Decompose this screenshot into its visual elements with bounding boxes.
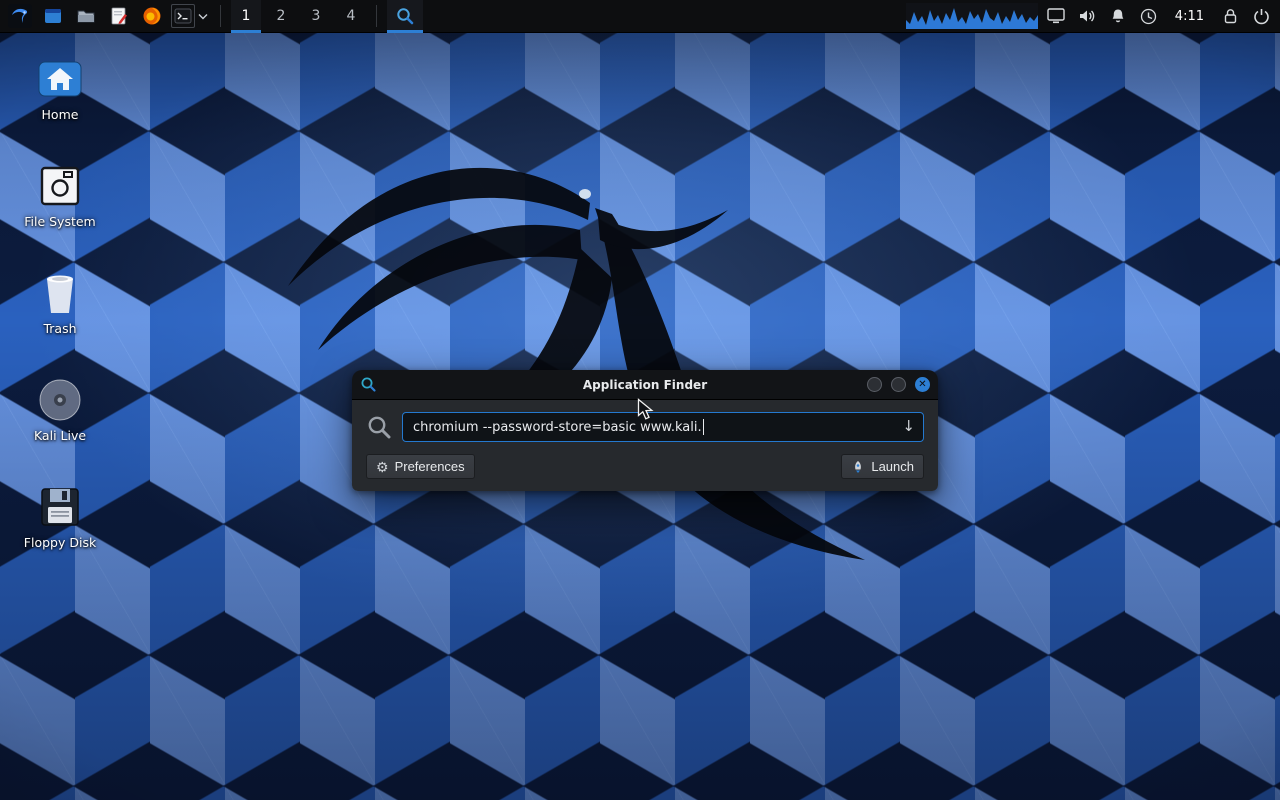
application-finder-window: Application Finder ✕ chromium --password… [352, 370, 938, 491]
terminal-icon [174, 7, 192, 25]
power-logout-icon[interactable] [1248, 2, 1274, 30]
top-panel: 1 2 3 4 [0, 0, 1280, 33]
firefox-launcher[interactable] [138, 2, 166, 30]
application-finder-icon [395, 6, 415, 26]
close-button[interactable]: ✕ [915, 377, 930, 392]
file-system-icon [36, 162, 84, 210]
finder-body: chromium --password-store=basic www.kali… [352, 400, 938, 491]
workspace-4[interactable]: 4 [336, 0, 366, 33]
panel-separator [376, 5, 377, 27]
trash-icon [36, 269, 84, 317]
show-desktop-launcher[interactable] [39, 2, 67, 30]
window-title: Application Finder [352, 378, 938, 392]
launch-icon [851, 460, 865, 474]
terminal-launcher-group [171, 2, 210, 30]
kali-logo-icon [8, 4, 32, 28]
search-input[interactable]: chromium --password-store=basic www.kali… [402, 412, 924, 442]
cpu-graph[interactable] [906, 3, 1038, 29]
text-editor-launcher[interactable] [105, 2, 133, 30]
desktop-icon-kali-live[interactable]: Kali Live [12, 376, 108, 443]
terminal-launcher[interactable] [171, 4, 195, 28]
panel-separator [220, 5, 221, 27]
window-title-icon [360, 376, 377, 393]
taskbar-application-finder[interactable] [387, 0, 423, 33]
minimize-button[interactable] [867, 377, 882, 392]
search-row: chromium --password-store=basic www.kali… [366, 412, 924, 442]
floppy-disk-icon [36, 483, 84, 531]
desktop-icon-home[interactable]: Home [12, 55, 108, 122]
home-icon [36, 55, 84, 103]
desktop-icon-floppy-disk[interactable]: Floppy Disk [12, 483, 108, 550]
preferences-button[interactable]: ⚙ Preferences [366, 454, 475, 479]
file-manager-launcher[interactable] [72, 2, 100, 30]
applications-menu-button[interactable] [6, 2, 34, 30]
window-icon [43, 6, 63, 26]
workspace-3[interactable]: 3 [301, 0, 331, 33]
volume-icon[interactable] [1074, 2, 1100, 30]
close-icon: ✕ [918, 380, 926, 390]
titlebar[interactable]: Application Finder ✕ [352, 370, 938, 400]
kali-dragon-wallpaper [280, 118, 900, 578]
panel-clock[interactable]: 4:11 [1167, 9, 1212, 24]
clock-sync-icon[interactable] [1136, 2, 1162, 30]
terminal-dropdown-button[interactable] [196, 2, 210, 30]
display-settings-icon[interactable] [1043, 2, 1069, 30]
preferences-button-label: Preferences [395, 459, 465, 474]
history-dropdown-icon[interactable]: ↓ [902, 417, 915, 435]
desktop-icon-file-system[interactable]: File System [12, 162, 108, 229]
window-controls: ✕ [867, 377, 930, 392]
desktop-icon-trash[interactable]: Trash [12, 269, 108, 336]
chevron-down-icon [198, 13, 208, 20]
firefox-icon [142, 6, 162, 26]
maximize-button[interactable] [891, 377, 906, 392]
desktop[interactable]: 1 2 3 4 [0, 0, 1280, 800]
gear-icon: ⚙ [376, 460, 389, 474]
notifications-bell-icon[interactable] [1105, 2, 1131, 30]
folder-icon [76, 6, 96, 26]
launch-button-label: Launch [871, 459, 914, 474]
search-input-value: chromium --password-store=basic www.kali… [413, 420, 702, 435]
screen-lock-icon[interactable] [1217, 2, 1243, 30]
search-icon [366, 414, 392, 440]
optical-disc-icon [36, 376, 84, 424]
workspace-2[interactable]: 2 [266, 0, 296, 33]
workspace-1[interactable]: 1 [231, 0, 261, 33]
launch-button[interactable]: Launch [841, 454, 924, 479]
button-row: ⚙ Preferences Launch [366, 454, 924, 479]
document-icon [109, 6, 129, 26]
text-caret [703, 419, 704, 435]
